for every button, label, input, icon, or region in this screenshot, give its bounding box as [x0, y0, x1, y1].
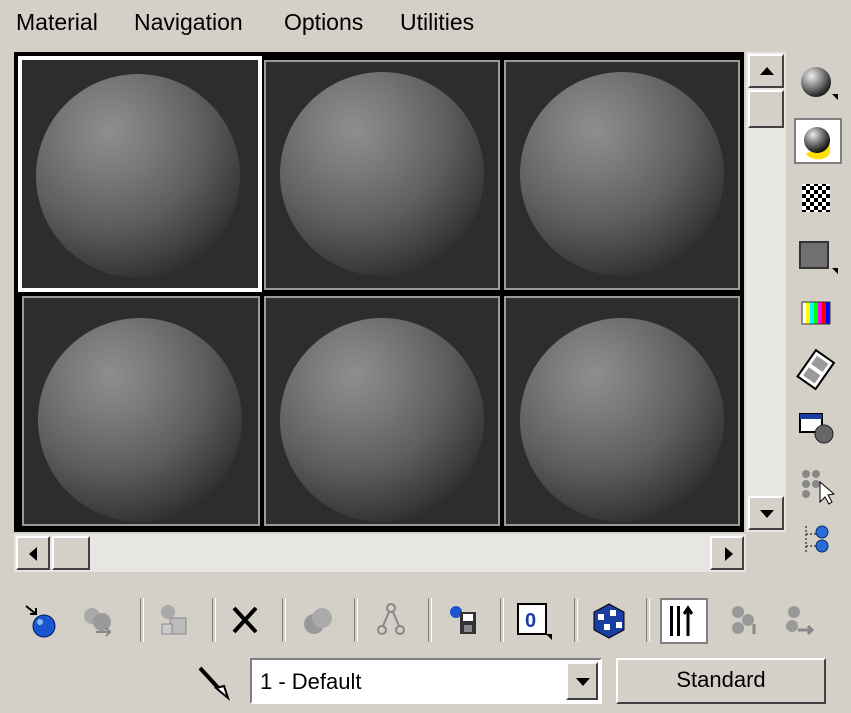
scroll-down-button[interactable] — [748, 496, 784, 530]
scroll-up-button[interactable] — [748, 54, 784, 88]
toolbar-separator — [212, 598, 216, 642]
arrow-right-icon — [725, 547, 733, 561]
put-to-library-icon[interactable] — [444, 598, 482, 644]
menu-options[interactable]: Options — [284, 9, 363, 36]
sample-type-sphere-icon[interactable] — [794, 60, 842, 106]
make-material-copy-icon[interactable] — [300, 598, 338, 644]
toolbar-separator — [354, 598, 358, 642]
material-name-dropdown-button[interactable] — [566, 662, 598, 700]
material-sphere — [36, 74, 240, 278]
select-by-material-icon[interactable] — [794, 462, 842, 508]
backlight-icon[interactable] — [794, 118, 842, 164]
scroll-thumb-horizontal[interactable] — [52, 536, 90, 570]
menu-bar: Material Navigation Options Utilities — [0, 0, 851, 46]
arrow-down-icon — [760, 510, 774, 518]
material-effects-channel-icon[interactable]: 0 — [514, 598, 552, 644]
menu-material[interactable]: Material — [16, 9, 98, 36]
material-name-combo[interactable]: 1 - Default — [250, 658, 602, 704]
sample-slots-panel — [14, 52, 744, 532]
go-to-parent-icon[interactable] — [724, 598, 762, 644]
sample-slot-1[interactable] — [18, 56, 262, 292]
sample-uv-tiling-icon[interactable] — [794, 236, 842, 282]
options-icon[interactable] — [794, 406, 842, 452]
arrow-left-icon — [29, 547, 37, 561]
toolbar-separator — [428, 598, 432, 642]
scroll-thumb[interactable] — [748, 90, 784, 128]
vertical-scrollbar[interactable] — [746, 52, 786, 532]
material-type-button[interactable]: Standard — [616, 658, 826, 704]
scroll-right-button[interactable] — [710, 536, 744, 570]
chevron-down-icon — [576, 678, 590, 686]
toolbar-separator — [140, 598, 144, 642]
arrow-up-icon — [760, 67, 774, 75]
material-sphere — [280, 318, 484, 522]
toolbar-separator — [646, 598, 650, 642]
reset-map-icon[interactable] — [226, 598, 264, 644]
menu-navigation[interactable]: Navigation — [134, 9, 243, 36]
scroll-left-button[interactable] — [16, 536, 50, 570]
material-sphere — [520, 72, 724, 276]
put-material-to-scene-icon[interactable] — [80, 598, 118, 644]
toolbar-separator — [282, 598, 286, 642]
make-unique-icon[interactable] — [372, 598, 410, 644]
background-checker-icon[interactable] — [794, 178, 842, 224]
show-map-in-viewport-icon[interactable] — [590, 598, 628, 644]
show-end-result-icon[interactable] — [660, 598, 708, 644]
sample-slot-4[interactable] — [22, 296, 260, 526]
material-name-value: 1 - Default — [260, 669, 362, 694]
material-map-navigator-icon[interactable] — [794, 518, 842, 564]
toolbar-separator — [500, 598, 504, 642]
material-sphere — [520, 318, 724, 522]
assign-material-to-selection-icon[interactable] — [156, 598, 194, 644]
sample-slot-6[interactable] — [504, 296, 740, 526]
material-sphere — [280, 72, 484, 276]
make-preview-icon[interactable] — [794, 348, 842, 394]
toolbar-separator — [574, 598, 578, 642]
material-sphere — [38, 318, 242, 522]
menu-utilities[interactable]: Utilities — [400, 9, 474, 36]
horizontal-scrollbar[interactable] — [14, 534, 746, 572]
sample-slot-2[interactable] — [264, 60, 500, 290]
pick-material-from-object-icon[interactable] — [194, 662, 238, 702]
go-forward-to-sibling-icon[interactable] — [778, 598, 816, 644]
video-color-check-icon[interactable] — [794, 292, 842, 338]
svg-text:0: 0 — [525, 610, 536, 632]
get-material-icon[interactable] — [22, 598, 60, 644]
sample-slot-3[interactable] — [504, 60, 740, 290]
sample-slot-5[interactable] — [264, 296, 500, 526]
